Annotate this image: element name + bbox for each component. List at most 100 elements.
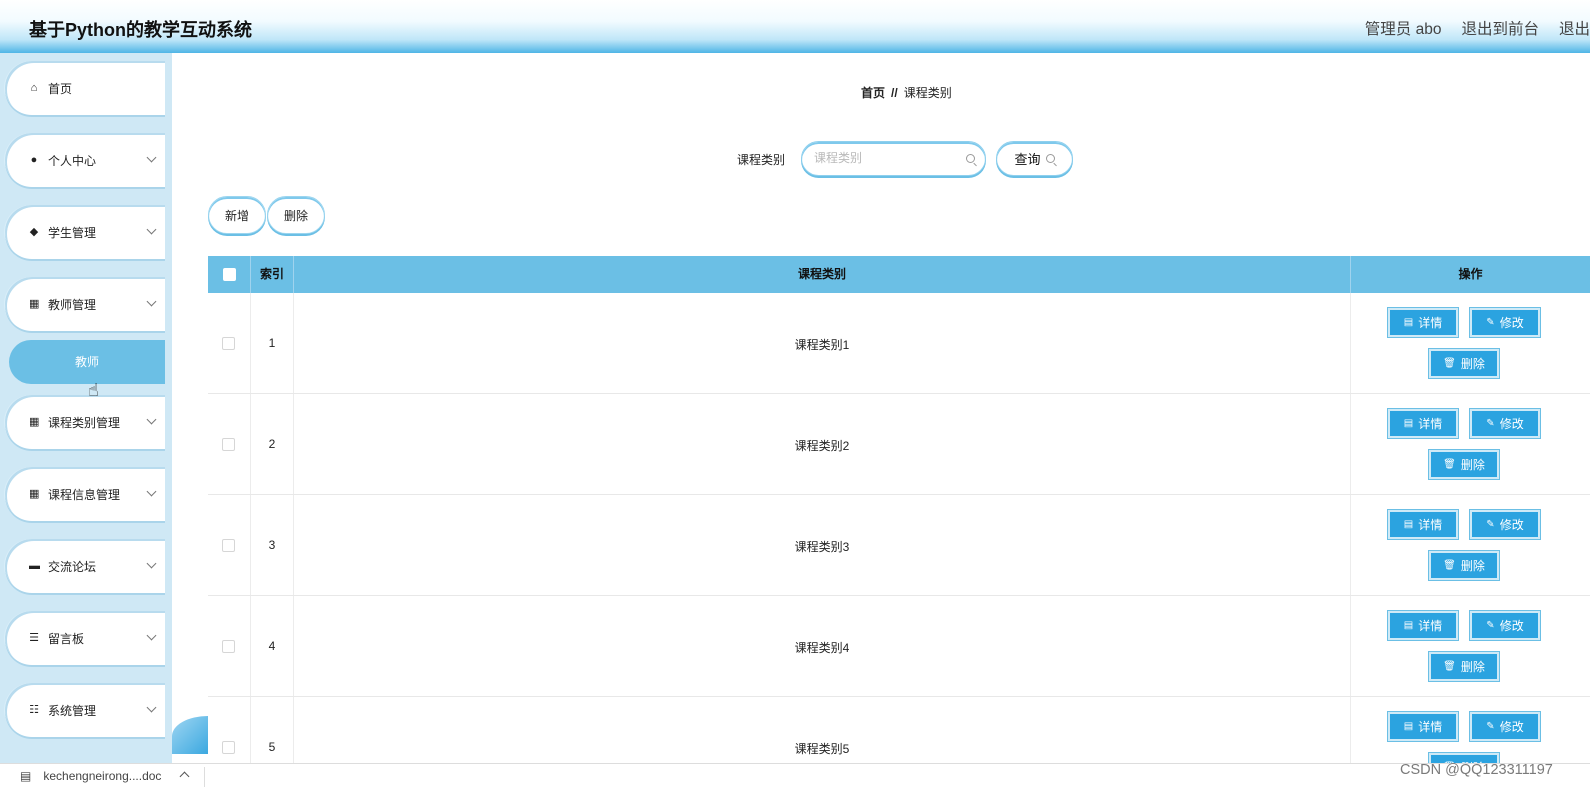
row-index: 1 [268, 336, 276, 350]
edit-button[interactable]: ✎ 修改 [1469, 307, 1541, 338]
breadcrumb: 首页 // 课程类别 [861, 84, 952, 101]
document-icon: ▤ [1403, 316, 1414, 328]
exit-to-frontend-link[interactable]: 退出到前台 [1461, 17, 1539, 39]
row-index: 2 [268, 437, 276, 451]
breadcrumb-home[interactable]: 首页 [861, 86, 885, 100]
sidebar-subitem-teacher[interactable]: 教师 [9, 340, 165, 384]
top-header: 基于Python的教学互动系统 管理员 abo 退出到前台 退出 [0, 0, 1590, 53]
sidebar-item-course-info-management[interactable]: ▦ 课程信息管理 [5, 467, 165, 521]
header-select-cell [208, 256, 251, 293]
row-checkbox[interactable] [222, 438, 235, 451]
top-links: 管理员 abo 退出到前台 退出 [1365, 17, 1590, 39]
add-button[interactable]: 新增 [208, 196, 266, 234]
breadcrumb-separator: // [891, 86, 898, 100]
index-cell: 4 [251, 596, 294, 696]
row-checkbox[interactable] [222, 337, 235, 350]
actions-cell: ▤详情✎修改🗑删除 [1351, 697, 1590, 764]
app-title: 基于Python的教学互动系统 [29, 20, 252, 40]
detail-button[interactable]: ▤ 详情 [1387, 408, 1459, 439]
actions-cell: ▤详情 ✎ 修改 🗑删除 [1351, 596, 1590, 696]
chevron-down-icon [146, 558, 157, 569]
chevron-down-icon [146, 224, 157, 235]
detail-button[interactable]: ▤ 详情 [1387, 307, 1459, 338]
index-cell: 5 [251, 697, 294, 764]
delete-label: 删除 [1460, 660, 1485, 674]
search-input[interactable] [814, 151, 954, 165]
delete-button[interactable]: 🗑 删除 [1428, 651, 1500, 682]
delete-selected-button[interactable]: 删除 [267, 196, 325, 234]
grid-icon: ▦ [29, 298, 40, 310]
edit-button[interactable]: ✎ 修改 [1469, 509, 1541, 540]
edit-label: 修改 [1499, 316, 1524, 330]
sidebar-item-message-board[interactable]: ☰ 留言板 [5, 611, 165, 665]
sidebar-item-label: 个人中心 [48, 153, 97, 168]
row-checkbox[interactable] [222, 640, 235, 653]
row-checkbox[interactable] [222, 741, 235, 754]
table-header: 索引 课程类别 操作 [208, 256, 1590, 293]
document-icon: ▤ [1403, 417, 1414, 429]
table-row: 1 课程类别1 ▤ 详情 ✎ 修改 🗑 删除 [208, 293, 1590, 394]
category-cell: 课程类别5 [294, 697, 1351, 764]
edit-pencil-icon: ✎ [1486, 417, 1495, 429]
search-box [801, 141, 986, 176]
sidebar-item-student-management[interactable]: ◆ 学生管理 [5, 205, 165, 259]
delete-label: 删除 [1460, 559, 1485, 573]
detail-label: 详情 [1418, 518, 1443, 532]
edit-button[interactable]: ✎ 修改 [1469, 408, 1541, 439]
index-cell: 3 [251, 495, 294, 595]
search-icon [966, 154, 975, 163]
header-category: 课程类别 [294, 256, 1351, 293]
delete-button[interactable]: 🗑 删除 [1428, 348, 1500, 379]
sidebar-item-forum[interactable]: ▬ 交流论坛 [5, 539, 165, 593]
delete-button[interactable]: 🗑 删除 [1428, 550, 1500, 581]
sidebar-item-teacher-management[interactable]: ▦ 教师管理 [5, 277, 165, 331]
trash-icon: 🗑 [1443, 357, 1456, 369]
row-category: 课程类别2 [794, 439, 850, 453]
logout-link[interactable]: 退出 [1559, 17, 1590, 39]
query-button[interactable]: 查询 [996, 141, 1073, 176]
edit-button[interactable]: ✎ 修改 [1469, 711, 1541, 742]
delete-button[interactable]: 🗑 删除 [1428, 449, 1500, 480]
chevron-up-icon[interactable] [179, 771, 190, 782]
document-icon: ▤ [20, 769, 32, 783]
trash-icon: 🗑 [1443, 559, 1456, 571]
detail-button[interactable]: ▤ 详情 [1387, 509, 1459, 540]
sidebar-item-personal-center[interactable]: ● 个人中心 [5, 133, 165, 187]
grid-icon: ▦ [29, 416, 40, 428]
divider [204, 767, 205, 787]
sidebar-item-course-category-management[interactable]: ▦ 课程类别管理 [5, 395, 165, 449]
select-cell [208, 697, 251, 764]
edit-pencil-icon: ✎ [1486, 619, 1495, 631]
row-category: 课程类别5 [794, 742, 850, 756]
sidebar-item-label: 学生管理 [48, 225, 97, 240]
sidebar-item-label: 课程信息管理 [48, 487, 121, 502]
sidebar-item-label: 留言板 [48, 631, 85, 646]
detail-label: 详情 [1418, 720, 1443, 734]
edit-label: 修改 [1499, 619, 1524, 633]
download-item[interactable]: ▤ kechengneirong....doc [20, 769, 161, 783]
query-button-label: 查询 [1014, 152, 1041, 167]
admin-user-link[interactable]: 管理员 abo [1365, 17, 1442, 39]
index-cell: 2 [251, 394, 294, 494]
category-cell: 课程类别4 [294, 596, 1351, 696]
select-cell [208, 596, 251, 696]
hand-cursor-icon: ☝ [88, 380, 99, 400]
briefcase-icon: ▬ [29, 560, 40, 572]
row-index: 4 [268, 639, 276, 653]
select-all-checkbox[interactable] [223, 268, 236, 281]
edit-pencil-icon: ✎ [1486, 720, 1495, 732]
detail-button[interactable]: ▤ 详情 [1387, 711, 1459, 742]
delete-label: 删除 [1460, 357, 1485, 371]
edit-button[interactable]: ✎ 修改 [1469, 610, 1541, 641]
sidebar-item-system-management[interactable]: ☷ 系统管理 [5, 683, 165, 737]
home-icon: ⌂ [30, 82, 38, 94]
category-cell: 课程类别1 [294, 293, 1351, 393]
row-checkbox[interactable] [222, 539, 235, 552]
detail-button[interactable]: ▤ 详情 [1387, 610, 1459, 641]
sidebar-item-home[interactable]: ⌂ 首页 [5, 61, 165, 115]
table-row: 3 课程类别3 ▤ 详情 ✎ 修改 🗑 删除 [208, 495, 1590, 596]
sidebar-item-label: 课程类别管理 [48, 415, 121, 430]
edit-pencil-icon: ✎ [1486, 518, 1495, 530]
select-cell [208, 394, 251, 494]
grid-icon: ▦ [29, 488, 40, 500]
